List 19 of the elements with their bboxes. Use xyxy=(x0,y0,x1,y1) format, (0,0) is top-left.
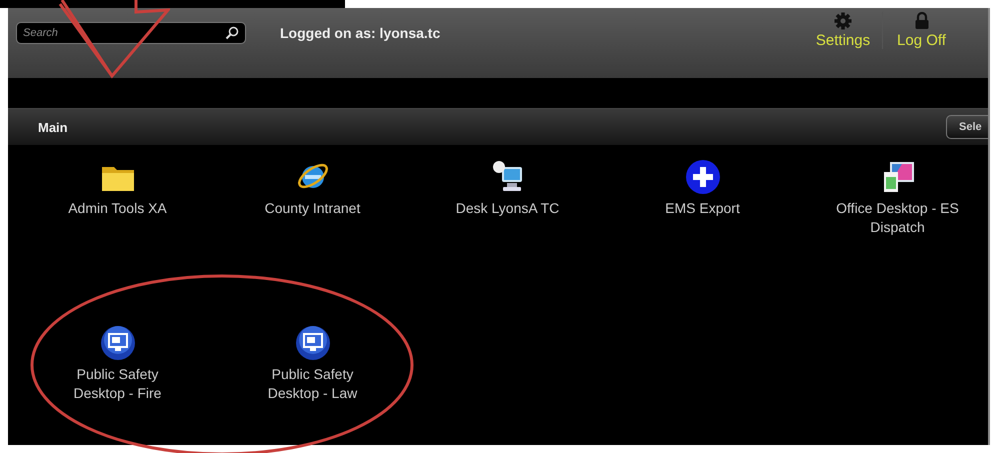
nav-button[interactable]: Log Off xyxy=(882,12,960,49)
search-field[interactable]: Search xyxy=(16,22,246,44)
app-item[interactable]: Public Safety Desktop - Fire xyxy=(20,320,215,407)
app-item[interactable]: EMS Export xyxy=(605,155,800,241)
app-item[interactable]: Desk LyonsA TC xyxy=(410,155,605,241)
select-button[interactable]: Sele xyxy=(946,115,990,139)
remote-desktop-icon xyxy=(294,324,330,361)
app-item[interactable]: Office Desktop - ES Dispatch xyxy=(800,155,990,241)
user-label: Logged on as: lyonsa.tc xyxy=(280,25,440,41)
plus-icon xyxy=(684,159,720,195)
gear-icon xyxy=(834,12,852,30)
nav-button[interactable]: Settings xyxy=(804,12,882,49)
remote-desktop-icon xyxy=(100,324,136,361)
section-title: Main xyxy=(38,120,68,134)
app-item[interactable]: Admin Tools XA xyxy=(20,155,215,241)
lock-icon xyxy=(914,12,930,30)
app-item[interactable]: County Intranet xyxy=(215,155,410,241)
app-item[interactable]: Public Safety Desktop - Law xyxy=(215,320,410,407)
search-icon xyxy=(225,26,239,40)
